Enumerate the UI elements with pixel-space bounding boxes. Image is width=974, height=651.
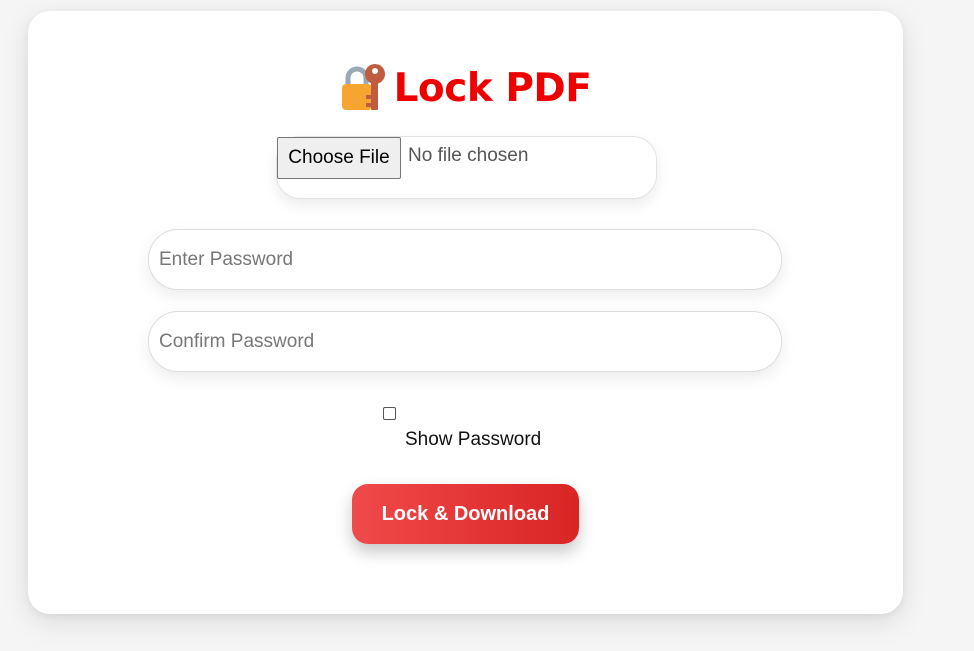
confirm-password-input[interactable] (148, 311, 782, 372)
choose-file-button[interactable]: Choose File (277, 137, 401, 179)
show-password-label: Show Password (405, 429, 542, 450)
lock-download-button[interactable]: Lock & Download (352, 484, 579, 544)
lock-pdf-card: Lock PDF Choose File No file chosen Show… (28, 11, 903, 614)
title-text: Lock PDF (393, 66, 592, 111)
password-input[interactable] (148, 229, 782, 290)
page-title: Lock PDF (28, 61, 903, 117)
lock-with-key-icon (340, 62, 388, 112)
file-upload-field[interactable]: Choose File No file chosen (276, 136, 657, 199)
file-status-text: No file chosen (408, 145, 529, 166)
show-password-checkbox[interactable] (383, 407, 396, 420)
